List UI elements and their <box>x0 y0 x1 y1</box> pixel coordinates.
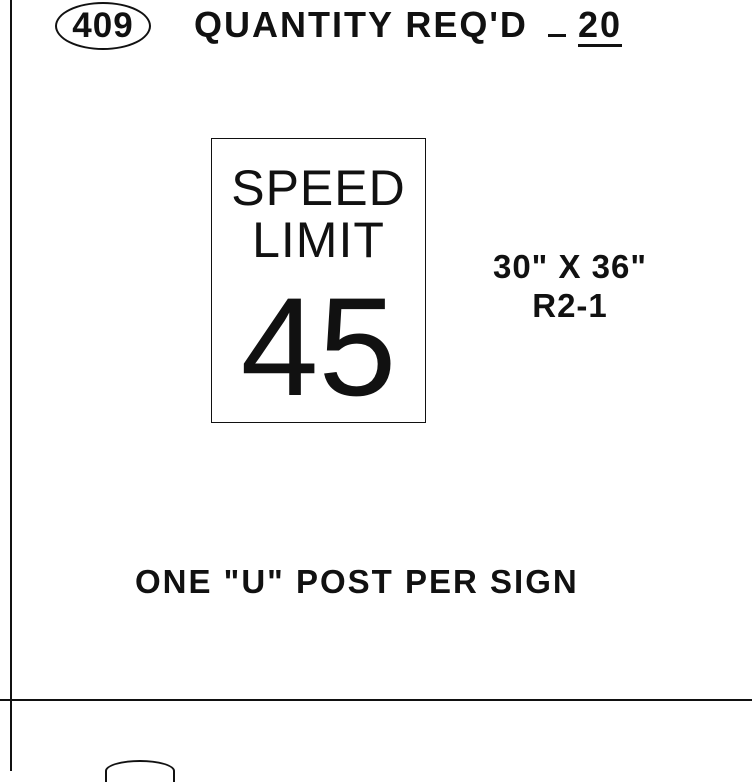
quantity-line: QUANTITY REQ'D 20 <box>194 4 622 47</box>
quantity-label: QUANTITY REQ'D <box>194 4 528 45</box>
next-item-badge-partial <box>105 760 175 782</box>
sign-code: R2-1 <box>532 287 608 324</box>
sign-line-speed: SPEED <box>231 160 406 216</box>
speed-limit-sign: SPEED LIMIT 45 <box>211 138 426 423</box>
sign-specification: 30" X 36" R2-1 <box>466 247 674 325</box>
item-number-text: 409 <box>72 6 134 45</box>
sign-line-limit: LIMIT <box>252 212 385 268</box>
quantity-gap <box>547 7 566 37</box>
sign-size: 30" X 36" <box>492 248 648 285</box>
item-number-badge: 409 <box>55 2 151 50</box>
sign-speed-value: 45 <box>240 268 397 425</box>
post-requirement-note: ONE "U" POST PER SIGN <box>135 563 579 600</box>
quantity-value: 20 <box>577 4 622 47</box>
section-divider <box>0 699 752 701</box>
left-border-line <box>10 0 12 771</box>
